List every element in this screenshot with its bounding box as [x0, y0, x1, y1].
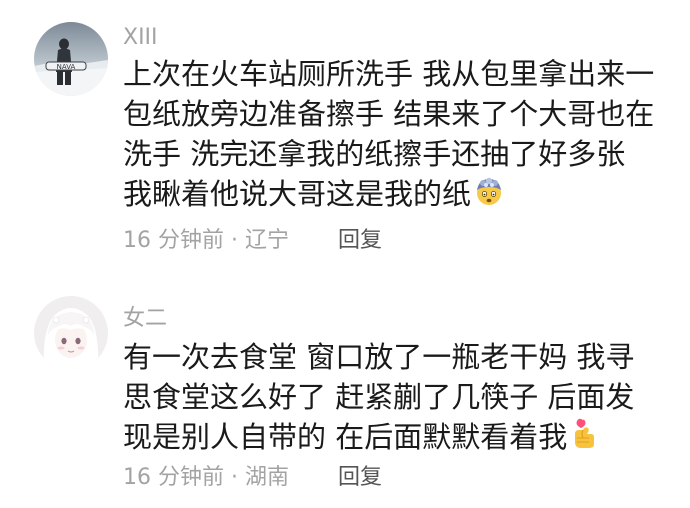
meta-separator: ·: [224, 228, 245, 253]
timestamp: 16 分钟前: [123, 228, 224, 253]
timestamp: 16 分钟前: [123, 465, 224, 490]
mind-blown-emoji-icon: [473, 175, 505, 217]
avatar[interactable]: [34, 296, 108, 370]
comment-line: 上次在火车站厕所洗手 我从包里拿出来一: [123, 57, 655, 91]
avatar[interactable]: NAVA: [34, 22, 108, 96]
avatar-image: NAVA: [34, 22, 108, 96]
location: 辽宁: [244, 228, 289, 253]
reply-button[interactable]: 回复: [338, 467, 382, 489]
comment-line: 思食堂这么好了 赶紧蒯了几筷子 后面发: [123, 380, 635, 414]
comment-meta: 16 分钟前 · 湖南: [123, 467, 289, 489]
comment-meta: 16 分钟前 · 辽宁: [123, 230, 289, 252]
comment-item: 女二 有一次去食堂 窗口放了一瓶老干妈 我寻 思食堂这么好了 赶紧蒯了几筷子 后…: [0, 270, 690, 508]
comment-text: 上次在火车站厕所洗手 我从包里拿出来一 包纸放旁边准备擦手 结果来了个大哥也在 …: [123, 54, 683, 217]
comment-line-last: 我瞅着他说大哥这是我的纸: [123, 174, 683, 217]
comment-line-text: 现是别人自带的 在后面默默看着我: [123, 420, 568, 454]
comment-line: 有一次去食堂 窗口放了一瓶老干妈 我寻: [123, 340, 635, 374]
svg-text:NAVA: NAVA: [57, 63, 76, 71]
meta-separator: ·: [224, 465, 245, 490]
comment-line: 包纸放旁边准备擦手 结果来了个大哥也在: [123, 97, 655, 131]
comment-line-text: 我瞅着他说大哥这是我的纸: [123, 177, 472, 211]
avatar-image: [34, 296, 108, 370]
comment-item: NAVA XIII 上次在火车站厕所洗手 我从包里拿出来一 包纸放旁边准备擦手 …: [0, 0, 690, 270]
comment-line-last: 现是别人自带的 在后面默默看着我: [123, 417, 683, 460]
comment-line: 洗手 洗完还拿我的纸擦手还抽了好多张: [123, 137, 626, 171]
finger-heart-emoji-icon: [569, 418, 599, 460]
location: 湖南: [244, 465, 289, 490]
username[interactable]: 女二: [123, 308, 167, 330]
reply-button[interactable]: 回复: [338, 230, 382, 252]
comment-text: 有一次去食堂 窗口放了一瓶老干妈 我寻 思食堂这么好了 赶紧蒯了几筷子 后面发 …: [123, 337, 683, 460]
username[interactable]: XIII: [123, 27, 158, 49]
